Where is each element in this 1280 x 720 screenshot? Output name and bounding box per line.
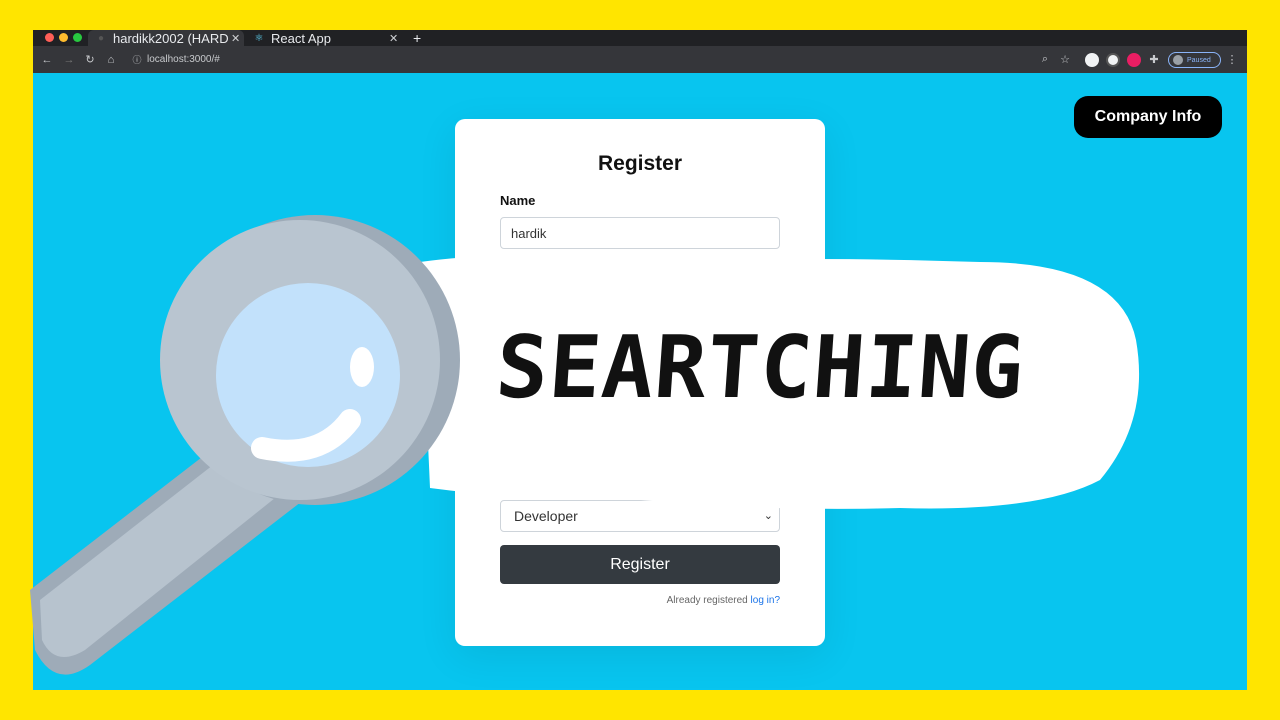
- tab-close-icon[interactable]: ✕: [231, 30, 240, 46]
- tab-title: hardikk2002 (HARD: [113, 30, 229, 46]
- bookmark-star-icon[interactable]: ☆: [1058, 46, 1072, 73]
- close-window-dot[interactable]: [45, 33, 54, 42]
- info-icon[interactable]: ⓘ: [130, 46, 144, 73]
- tab-react-app[interactable]: ⚛ React App: [253, 30, 383, 46]
- github-icon: ●: [97, 32, 105, 44]
- page-title: Register: [597, 152, 683, 175]
- searching-text: SEARTCHING: [492, 318, 1028, 418]
- profile-button[interactable]: Paused: [1168, 52, 1221, 68]
- reload-icon[interactable]: ↻: [82, 46, 98, 73]
- back-icon[interactable]: ←: [39, 46, 55, 73]
- tab-github[interactable]: ● hardikk2002 (HARD: [95, 30, 235, 46]
- new-tab-icon[interactable]: +: [413, 30, 421, 46]
- extension-icon[interactable]: [1085, 53, 1099, 67]
- chevron-down-icon: ⌄: [763, 510, 773, 522]
- forward-icon[interactable]: →: [61, 46, 77, 73]
- login-prompt: Already registered log in?: [500, 595, 780, 606]
- name-label: Name: [500, 193, 536, 208]
- company-info-button[interactable]: Company Info: [1074, 96, 1222, 138]
- extension-icon[interactable]: [1127, 53, 1141, 67]
- profile-status: Paused: [1187, 56, 1211, 64]
- menu-kebab-icon[interactable]: ⋮: [1226, 46, 1238, 73]
- role-selected-value: Developer: [514, 508, 578, 524]
- tab-title: React App: [271, 30, 331, 46]
- already-text: Already registered: [666, 595, 748, 606]
- tab-bar: ● hardikk2002 (HARD ✕ ⚛ React App ✕ +: [33, 30, 1247, 46]
- register-button[interactable]: Register: [500, 545, 780, 584]
- minimize-window-dot[interactable]: [59, 33, 68, 42]
- tab-close-icon[interactable]: ✕: [389, 30, 398, 46]
- react-icon: ⚛: [254, 32, 264, 44]
- name-field[interactable]: hardik: [500, 217, 780, 249]
- browser-toolbar: ← → ↻ ⌂ ⓘ localhost:3000/# ⌕ ☆ ✚ Paused …: [33, 46, 1247, 73]
- home-icon[interactable]: ⌂: [103, 46, 119, 73]
- extension-icon[interactable]: [1106, 53, 1120, 67]
- login-link[interactable]: log in?: [751, 595, 780, 606]
- address-bar[interactable]: localhost:3000/#: [147, 46, 220, 73]
- avatar: [1173, 55, 1183, 65]
- puzzle-extensions-icon[interactable]: ✚: [1147, 46, 1161, 73]
- maximize-window-dot[interactable]: [73, 33, 82, 42]
- zoom-icon[interactable]: ⌕: [1038, 46, 1052, 73]
- role-select[interactable]: Developer ⌄: [500, 500, 780, 532]
